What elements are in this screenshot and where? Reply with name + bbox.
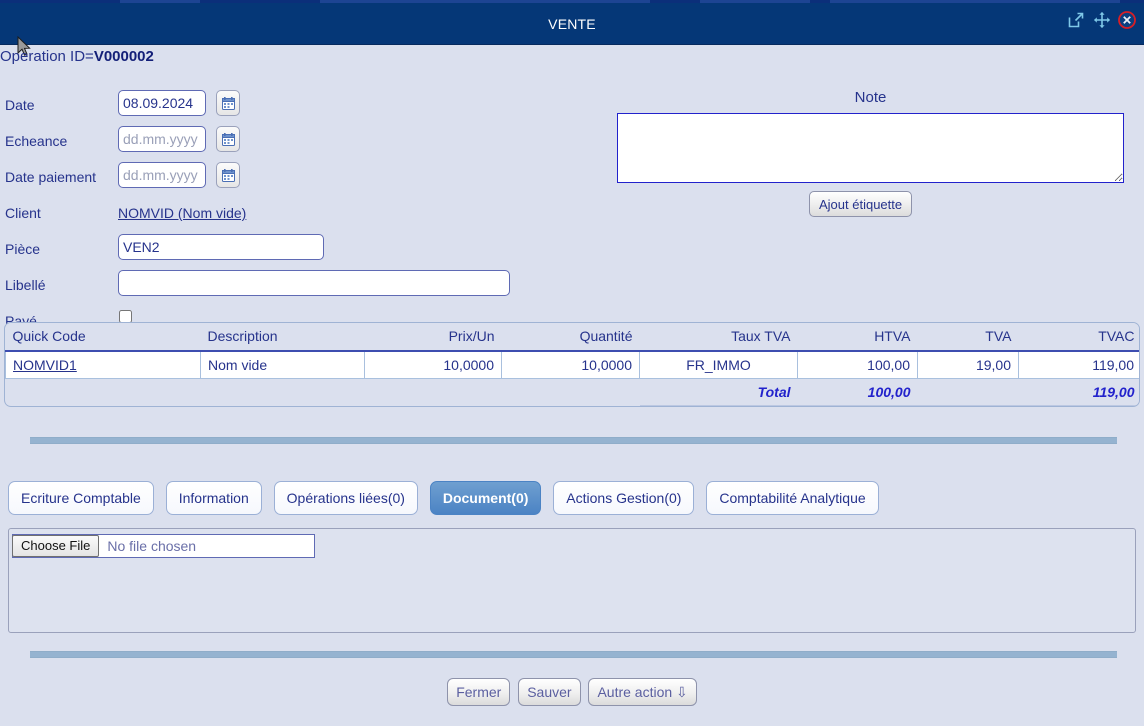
col-header-taux-tva[interactable]: Taux TVA	[639, 323, 798, 352]
field-row-piece: Pièce	[0, 234, 560, 270]
col-header-description[interactable]: Description	[200, 323, 365, 352]
tab-bar: Ecriture Comptable Information Opération…	[8, 481, 887, 517]
col-header-tva[interactable]: TVA	[917, 323, 1019, 352]
total-tva	[917, 377, 1019, 406]
operation-form: Date Echeance	[0, 90, 560, 342]
tab-information[interactable]: Information	[165, 481, 262, 515]
tab-operations-liees[interactable]: Opérations liées(0)	[273, 481, 418, 515]
quick-code-link[interactable]: NOMVID1	[13, 357, 77, 373]
field-row-echeance: Echeance	[0, 126, 560, 162]
total-blank-4	[501, 378, 640, 405]
items-table-container: Quick Code Description Prix/Un Quantité …	[4, 322, 1140, 407]
splitter-top[interactable]	[30, 437, 1117, 444]
fermer-button[interactable]: Fermer	[447, 678, 511, 706]
total-tvac: 119,00	[1018, 377, 1139, 406]
total-label: Total	[639, 377, 798, 406]
piece-input[interactable]	[118, 234, 324, 260]
file-input[interactable]: Choose File No file chosen	[12, 534, 315, 558]
echeance-label: Echeance	[5, 133, 68, 149]
col-header-htva[interactable]: HTVA	[797, 323, 918, 352]
total-blank-2	[200, 378, 365, 405]
cell-htva[interactable]: 100,00	[797, 350, 918, 379]
date-paiement-input[interactable]	[118, 162, 206, 188]
client-label: Client	[5, 205, 41, 221]
piece-label: Pièce	[5, 241, 41, 257]
autre-action-button[interactable]: Autre action ⇩	[588, 678, 697, 706]
tab-comptabilite-analytique[interactable]: Comptabilité Analytique	[706, 481, 879, 515]
note-textarea[interactable]	[617, 113, 1124, 183]
field-row-client: Client NOMVID (Nom vide)	[0, 198, 560, 234]
operation-id: Operation ID=V000002	[0, 48, 154, 65]
tab-actions-gestion[interactable]: Actions Gestion(0)	[553, 481, 695, 515]
window-title-bar: VENTE	[0, 3, 1144, 45]
libelle-input[interactable]	[118, 270, 510, 296]
date-input[interactable]	[118, 90, 206, 116]
cell-quantite[interactable]: 10,0000	[501, 350, 640, 379]
cell-tva[interactable]: 19,00	[917, 350, 1019, 379]
date-label: Date	[5, 97, 35, 113]
col-header-prix-un[interactable]: Prix/Un	[364, 323, 502, 352]
field-row-libelle: Libellé	[0, 270, 560, 306]
cell-quick-code[interactable]: NOMVID1	[5, 350, 201, 379]
add-label-button[interactable]: Ajout étiquette	[809, 191, 913, 217]
note-title: Note	[854, 89, 887, 106]
tab-ecriture-comptable[interactable]: Ecriture Comptable	[8, 481, 154, 515]
choose-file-button[interactable]: Choose File	[12, 535, 100, 557]
echeance-calendar-button[interactable]	[216, 126, 240, 152]
window-title: VENTE	[548, 16, 596, 32]
operation-id-label: Operation ID=	[0, 48, 94, 65]
operation-id-value: V000002	[93, 48, 154, 65]
document-panel: Choose File No file chosen	[8, 528, 1136, 633]
cell-description[interactable]: Nom vide	[200, 350, 365, 379]
cell-tvac[interactable]: 119,00	[1018, 350, 1139, 379]
move-icon[interactable]	[1091, 9, 1113, 31]
field-row-date: Date	[0, 90, 560, 126]
total-blank-3	[364, 378, 502, 405]
total-blank-1	[5, 378, 201, 405]
date-calendar-button[interactable]	[216, 90, 240, 116]
cell-prix-un[interactable]: 10,0000	[364, 350, 502, 379]
sauver-button[interactable]: Sauver	[518, 678, 581, 706]
cell-taux-tva[interactable]: FR_IMMO	[639, 350, 798, 379]
popout-icon[interactable]	[1065, 9, 1087, 31]
total-htva: 100,00	[797, 377, 918, 406]
echeance-input[interactable]	[118, 126, 206, 152]
libelle-label: Libellé	[5, 277, 46, 293]
items-table: Quick Code Description Prix/Un Quantité …	[5, 323, 1139, 406]
field-row-date-paiement: Date paiement	[0, 162, 560, 198]
items-table-header-row: Quick Code Description Prix/Un Quantité …	[5, 323, 1139, 352]
client-link[interactable]: NOMVID (Nom vide)	[118, 198, 246, 228]
tab-document[interactable]: Document(0)	[429, 481, 542, 515]
bottom-button-bar: Fermer Sauver Autre action ⇩	[0, 678, 1144, 706]
splitter-bottom[interactable]	[30, 651, 1117, 658]
col-header-quantite[interactable]: Quantité	[501, 323, 640, 352]
col-header-quick-code[interactable]: Quick Code	[5, 323, 201, 352]
date-paiement-label: Date paiement	[5, 169, 97, 185]
close-icon[interactable]	[1116, 9, 1138, 31]
table-row[interactable]: NOMVID1 Nom vide 10,0000 10,0000 FR_IMMO…	[5, 350, 1139, 379]
file-chosen-label: No file chosen	[107, 538, 197, 554]
col-header-tvac[interactable]: TVAC	[1018, 323, 1139, 352]
date-paiement-calendar-button[interactable]	[216, 162, 240, 188]
table-total-row: Total 100,00 119,00	[5, 377, 1139, 406]
